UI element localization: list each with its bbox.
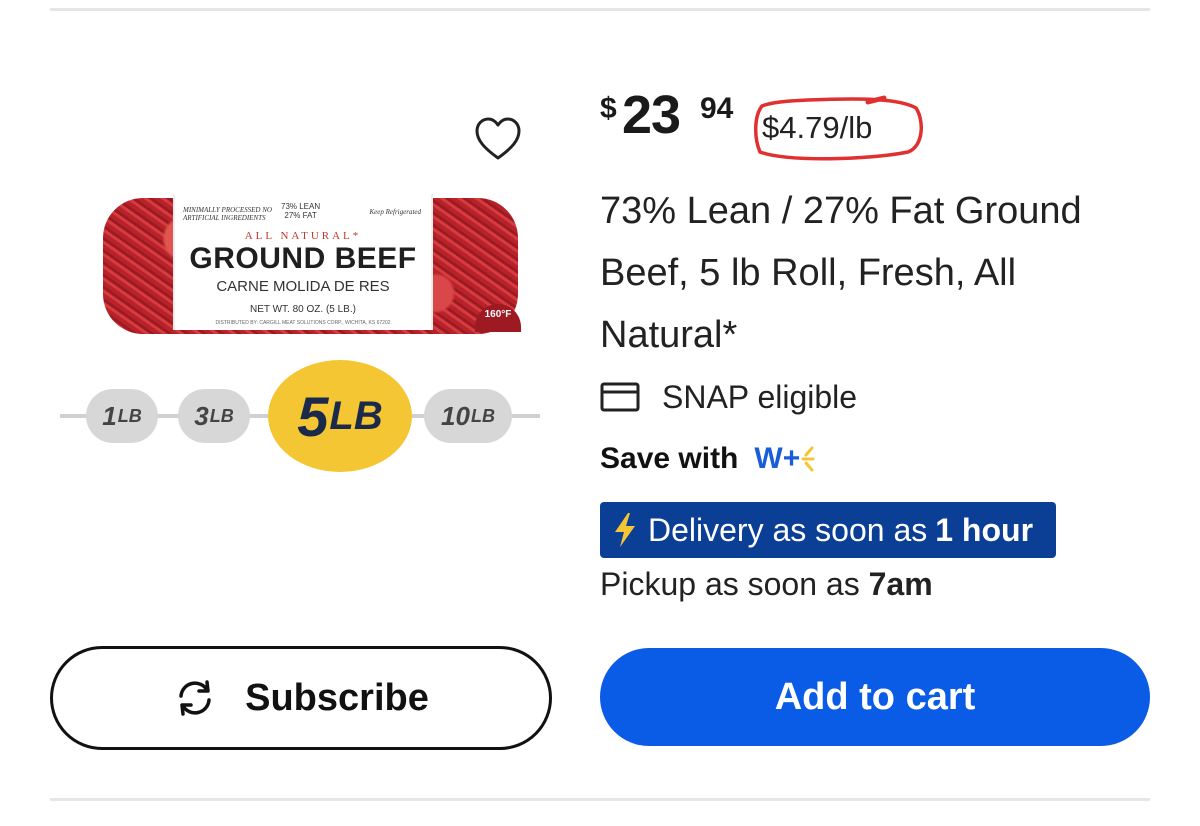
- wplus-text: W+: [754, 442, 801, 475]
- pickup-time: 7am: [868, 566, 933, 602]
- pickup-info: Pickup as soon as 7am: [600, 566, 933, 603]
- price-dollars: 23: [622, 85, 681, 145]
- label-refrigerated: Keep Refrigerated: [369, 208, 421, 216]
- delivery-badge: Delivery as soon as 1 hour: [600, 502, 1056, 558]
- snap-label: SNAP eligible: [662, 378, 858, 415]
- label-processed: MINIMALLY PROCESSED NO ARTIFICIAL INGRED…: [183, 206, 272, 222]
- size-3-num: 3: [194, 400, 209, 431]
- size-option-3lb[interactable]: 3 LB: [178, 389, 250, 443]
- price-symbol: $: [600, 92, 617, 125]
- refresh-icon: [179, 680, 211, 716]
- label-natural: ALL NATURAL*: [244, 230, 362, 242]
- subscribe-label: Subscribe: [245, 676, 429, 719]
- size-1-unit: LB: [117, 405, 142, 426]
- delivery-time: 1 hour: [935, 511, 1034, 548]
- label-lean: 73% LEAN: [281, 202, 321, 211]
- price-cents: 94: [700, 92, 734, 125]
- label-fat: 27% FAT: [284, 211, 317, 220]
- pickup-prefix: Pickup as soon as: [600, 566, 860, 602]
- label-title: GROUND BEEF: [189, 242, 417, 275]
- add-to-cart-button[interactable]: Add to cart: [600, 648, 1150, 746]
- subscribe-button[interactable]: Subscribe: [50, 646, 552, 750]
- product-image[interactable]: MINIMALLY PROCESSED NO ARTIFICIAL INGRED…: [95, 182, 525, 347]
- label-distributor: DISTRIBUTED BY: CARGILL MEAT SOLUTIONS C…: [215, 320, 391, 326]
- wplus-spark-icon: [801, 446, 815, 472]
- size-1-num: 1: [102, 400, 117, 431]
- add-to-cart-label: Add to cart: [774, 675, 976, 718]
- size-10-unit: LB: [470, 405, 495, 426]
- label-lean-fat: 73% LEAN 27% FAT: [281, 202, 320, 220]
- heart-icon[interactable]: [474, 116, 522, 162]
- save-with-label: Save with: [600, 442, 739, 475]
- snap-eligible: SNAP eligible: [600, 377, 857, 417]
- size-3-unit: LB: [209, 405, 234, 426]
- bolt-icon: [615, 513, 635, 547]
- size-option-5lb-selected[interactable]: 5 LB: [268, 360, 412, 472]
- size-option-1lb[interactable]: 1 LB: [86, 389, 158, 443]
- product-title: 73% Lean / 27% Fat Ground Beef, 5 lb Rol…: [600, 190, 1082, 356]
- red-circle-annotation: [754, 95, 923, 161]
- size-5-unit: LB: [329, 393, 383, 438]
- card-icon: [600, 382, 640, 412]
- size-10-num: 10: [441, 400, 470, 431]
- top-divider: [50, 8, 1150, 11]
- label-spanish: CARNE MOLIDA DE RES: [216, 278, 390, 295]
- bottom-divider: [50, 798, 1150, 801]
- wplus-logo: W+: [754, 442, 816, 476]
- delivery-prefix: Delivery as soon as: [648, 511, 928, 548]
- package-label: MINIMALLY PROCESSED NO ARTIFICIAL INGRED…: [173, 194, 433, 330]
- save-with-wplus[interactable]: Save with W+: [600, 442, 816, 476]
- size-option-10lb[interactable]: 10 LB: [424, 389, 512, 443]
- size-5-num: 5: [297, 384, 329, 448]
- label-net-weight: NET WT. 80 OZ. (5 LB.): [250, 304, 356, 315]
